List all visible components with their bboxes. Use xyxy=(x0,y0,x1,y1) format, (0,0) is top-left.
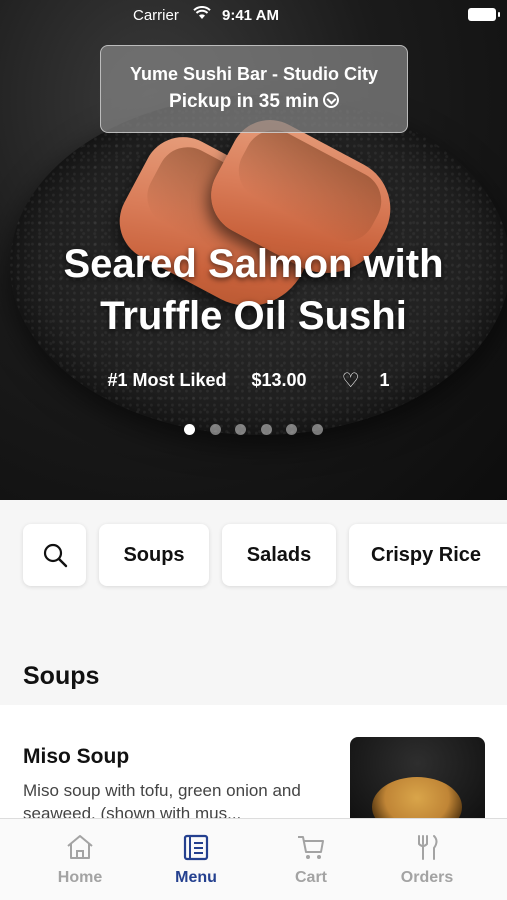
tab-home[interactable]: Home xyxy=(17,819,143,900)
carousel-dot[interactable] xyxy=(260,424,272,435)
tab-label: Menu xyxy=(175,869,217,886)
clock-time: 9:41 AM xyxy=(222,7,279,24)
cart-icon xyxy=(298,836,324,859)
carousel-dot[interactable] xyxy=(311,424,323,435)
pickup-time: Pickup in 35 min xyxy=(101,91,407,113)
wifi-icon xyxy=(193,6,211,19)
search-button[interactable] xyxy=(23,524,86,586)
tab-label: Orders xyxy=(400,869,454,886)
featured-price: $13.00 xyxy=(251,370,307,390)
battery-icon xyxy=(468,8,500,21)
tab-menu[interactable]: Menu xyxy=(133,819,259,900)
status-bar: Carrier 9:41 AM xyxy=(0,0,507,30)
category-chip-salads[interactable]: Salads xyxy=(222,524,336,586)
hero-banner[interactable]: Carrier 9:41 AM Yume Sushi Bar - Studio … xyxy=(0,0,507,500)
section-title: Soups xyxy=(23,662,100,690)
tab-label: Home xyxy=(57,869,103,886)
menu-book-icon xyxy=(183,834,209,861)
home-icon xyxy=(67,835,93,859)
tab-orders[interactable]: Orders xyxy=(364,819,490,900)
category-chip-crispy-rice[interactable]: Crispy Rice xyxy=(349,524,507,586)
category-bar: Soups Salads Crispy Rice xyxy=(0,500,507,620)
store-pickup-selector[interactable]: Yume Sushi Bar - Studio City Pickup in 3… xyxy=(100,45,408,133)
carrier-label: Carrier xyxy=(133,7,179,24)
carousel-dot[interactable] xyxy=(286,424,298,435)
fork-knife-icon xyxy=(418,835,438,860)
store-name: Yume Sushi Bar - Studio City xyxy=(129,64,379,84)
carousel-dot[interactable] xyxy=(235,424,247,435)
carousel-dot[interactable] xyxy=(184,424,196,435)
menu-item-image xyxy=(350,737,485,825)
tab-cart[interactable]: Cart xyxy=(248,819,374,900)
chevron-down-icon xyxy=(322,91,339,108)
like-count: 1 xyxy=(379,370,390,390)
carousel-indicator[interactable] xyxy=(0,422,507,440)
tab-bar: Home Menu Cart Orders xyxy=(0,818,507,900)
featured-item-title: Seared Salmon with Truffle Oil Sushi xyxy=(63,242,444,338)
like-button[interactable]: ♡ 1 xyxy=(332,370,400,392)
menu-item-card[interactable]: Miso Soup Miso soup with tofu, green oni… xyxy=(0,705,507,825)
category-chip-soups[interactable]: Soups xyxy=(99,524,209,586)
featured-item-meta: #1 Most Liked $13.00 ♡ 1 xyxy=(0,368,507,393)
menu-item-name: Miso Soup xyxy=(23,745,130,768)
carousel-dot[interactable] xyxy=(209,424,221,435)
search-icon xyxy=(43,543,67,568)
heart-icon: ♡ xyxy=(341,370,360,392)
most-liked-badge: #1 Most Liked xyxy=(107,370,227,390)
pickup-label: Pickup in 35 min xyxy=(169,91,319,112)
tab-label: Cart xyxy=(294,869,327,886)
